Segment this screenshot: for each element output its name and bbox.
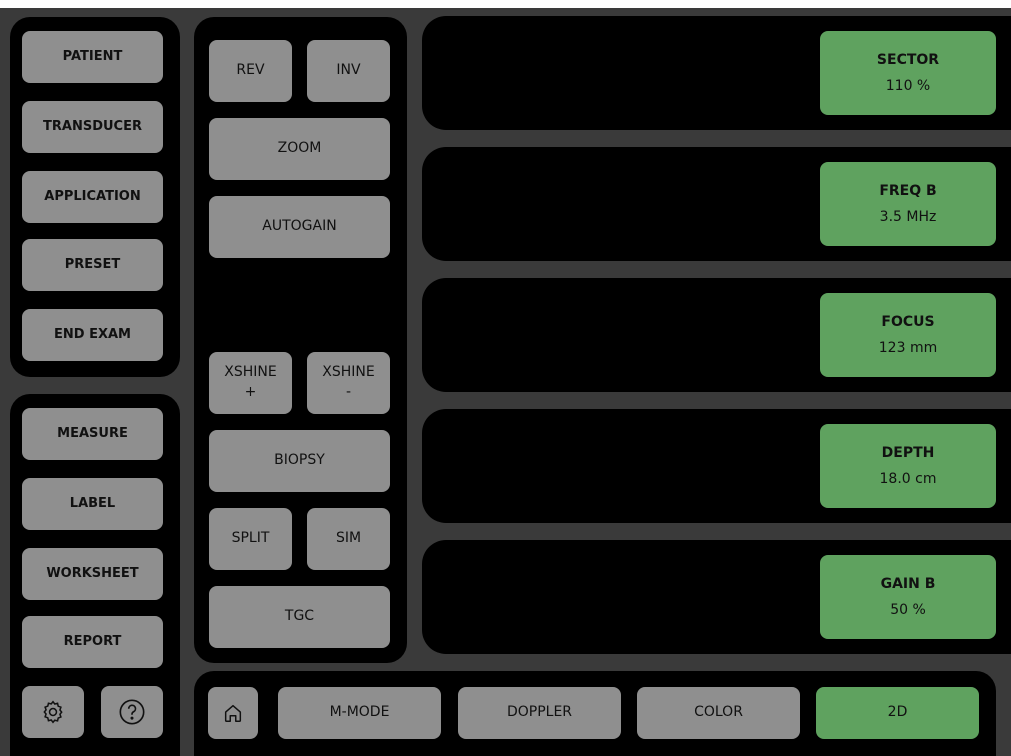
application-button[interactable]: APPLICATION <box>22 171 163 223</box>
transducer-button[interactable]: TRANSDUCER <box>22 101 163 153</box>
left-bottom-panel: MEASURE LABEL WORKSHEET REPORT <box>10 394 180 756</box>
worksheet-button[interactable]: WORKSHEET <box>22 548 163 600</box>
label-button[interactable]: LABEL <box>22 478 163 530</box>
report-button[interactable]: REPORT <box>22 616 163 668</box>
sector-value: 110 % <box>885 78 931 94</box>
freq-b-control[interactable]: FREQ B 3.5 MHz <box>820 162 996 246</box>
m-mode-button[interactable]: M-MODE <box>278 687 441 739</box>
depth-control[interactable]: DEPTH 18.0 cm <box>820 424 996 508</box>
gain-b-control[interactable]: GAIN B 50 % <box>820 555 996 639</box>
gear-icon <box>43 700 63 724</box>
rev-button[interactable]: REV <box>209 40 292 102</box>
sim-button[interactable]: SIM <box>307 508 390 570</box>
help-button[interactable] <box>101 686 163 738</box>
xshine-minus-button[interactable]: XSHINE - <box>307 352 390 414</box>
patient-button[interactable]: PATIENT <box>22 31 163 83</box>
color-button[interactable]: COLOR <box>637 687 800 739</box>
settings-button[interactable] <box>22 686 84 738</box>
inv-button[interactable]: INV <box>307 40 390 102</box>
preset-button[interactable]: PRESET <box>22 239 163 291</box>
doppler-button[interactable]: DOPPLER <box>458 687 621 739</box>
home-button[interactable] <box>208 687 258 739</box>
split-button[interactable]: SPLIT <box>209 508 292 570</box>
home-icon <box>224 704 242 722</box>
bottom-mode-bar: M-MODE DOPPLER COLOR 2D <box>194 671 996 756</box>
ultrasound-control-app: PATIENT TRANSDUCER APPLICATION PRESET EN… <box>0 8 1011 756</box>
xshine-plus-button[interactable]: XSHINE + <box>209 352 292 414</box>
depth-label: DEPTH <box>881 445 935 461</box>
depth-value: 18.0 cm <box>879 471 937 487</box>
2d-mode-button[interactable]: 2D <box>816 687 979 739</box>
left-top-panel: PATIENT TRANSDUCER APPLICATION PRESET EN… <box>10 17 180 377</box>
middle-panel: REV INV ZOOM AUTOGAIN XSHINE + XSHINE - … <box>194 17 407 663</box>
biopsy-button[interactable]: BIOPSY <box>209 430 390 492</box>
zoom-button[interactable]: ZOOM <box>209 118 390 180</box>
autogain-button[interactable]: AUTOGAIN <box>209 196 390 258</box>
freq-b-label: FREQ B <box>879 183 937 199</box>
gain-b-label: GAIN B <box>880 576 936 592</box>
focus-control[interactable]: FOCUS 123 mm <box>820 293 996 377</box>
sector-label: SECTOR <box>876 52 940 68</box>
tgc-button[interactable]: TGC <box>209 586 390 648</box>
focus-label: FOCUS <box>881 314 935 330</box>
measure-button[interactable]: MEASURE <box>22 408 163 460</box>
focus-value: 123 mm <box>878 340 938 356</box>
gain-b-value: 50 % <box>890 602 926 618</box>
sector-control[interactable]: SECTOR 110 % <box>820 31 996 115</box>
end-exam-button[interactable]: END EXAM <box>22 309 163 361</box>
help-icon <box>119 699 145 725</box>
freq-b-value: 3.5 MHz <box>879 209 937 225</box>
